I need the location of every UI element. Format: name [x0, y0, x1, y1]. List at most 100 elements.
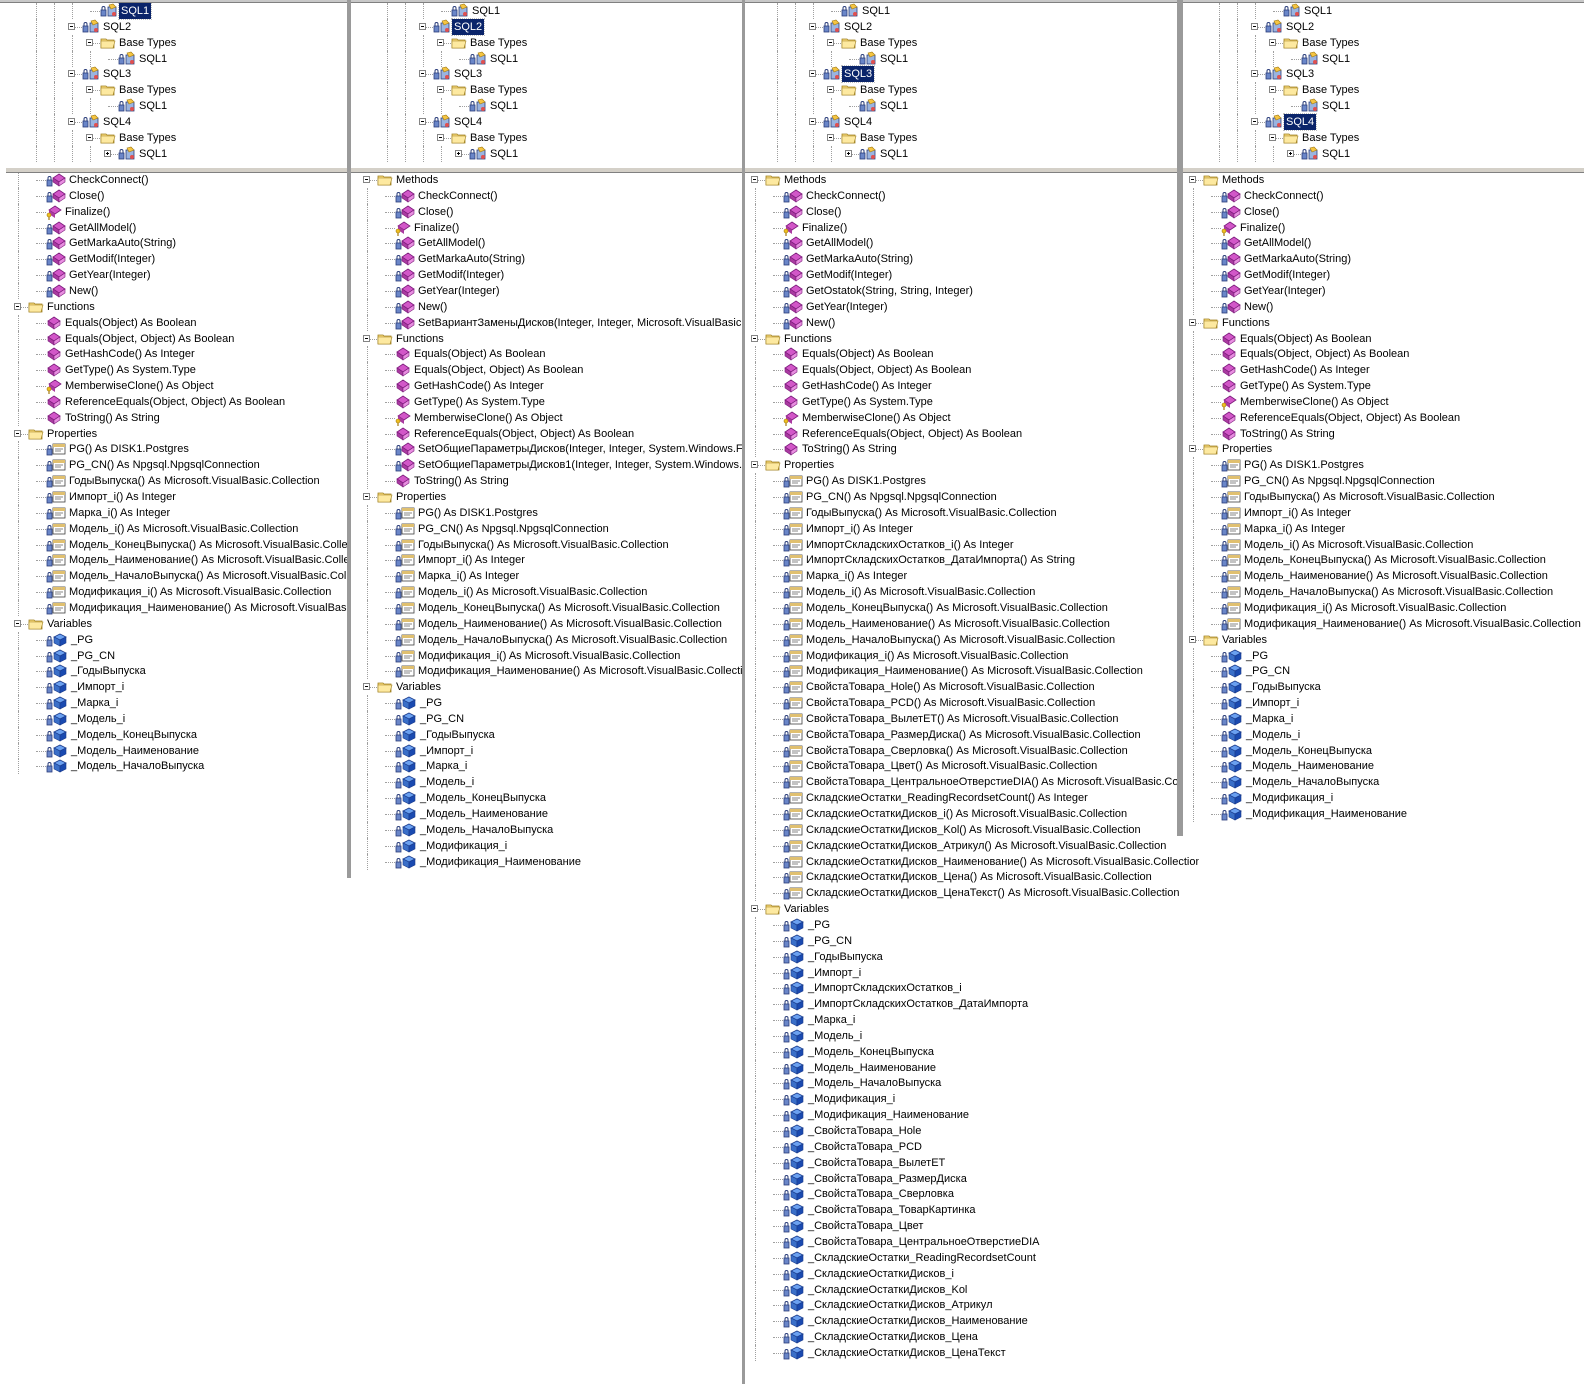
tree-node-setобщиепараметрыдисков-integer-integer-[interactable]: SetОбщиеПараметрыДисков(Integer, Integer… — [351, 441, 742, 458]
tree-node-импорт-i[interactable]: _Импорт_i — [1183, 695, 1584, 712]
tree-group-functions[interactable]: Functions — [351, 331, 742, 347]
collapse-icon[interactable] — [14, 302, 21, 310]
tree-node-модель-наименование-as-microsoft-visualb[interactable]: Модель_Наименование() As Microsoft.Visua… — [351, 615, 742, 632]
tree-node-модель-наименование[interactable]: _Модель_Наименование — [745, 1059, 1199, 1076]
tree-node-модификация-i[interactable]: _Модификация_i — [351, 837, 742, 854]
expand-icon[interactable] — [455, 149, 462, 157]
tree-node-модель-конецвыпуска[interactable]: _Модель_КонецВыпуска — [351, 790, 742, 807]
tree-node-close[interactable]: Close() — [351, 203, 742, 220]
tree-node-sql4[interactable]: SQL4 — [351, 113, 742, 130]
tree-node-sql3[interactable]: SQL3 — [6, 66, 348, 83]
tree-node-sql1[interactable]: SQL1 — [1183, 3, 1584, 19]
tree-node-свойстатовара-размердиска[interactable]: _СвойстаТовара_РазмерДиска — [745, 1170, 1199, 1187]
tree-node-модель-конецвыпуска-as-microsoft-visualb[interactable]: Модель_КонецВыпуска() As Microsoft.Visua… — [6, 536, 348, 553]
collapse-icon[interactable] — [827, 86, 834, 94]
tree-node-gethashcode-as-integer[interactable]: GetHashCode() As Integer — [745, 378, 1199, 395]
tree-node-модель-наименование[interactable]: _Модель_Наименование — [351, 806, 742, 822]
tree-node-импорт-i-as-integer[interactable]: Импорт_i() As Integer — [745, 520, 1199, 537]
tree-node-equals-object-object-as-boolean[interactable]: Equals(Object, Object) As Boolean — [351, 362, 742, 379]
tree-node-sql1[interactable]: SQL1 — [351, 145, 742, 162]
tree-node-equals-object-as-boolean[interactable]: Equals(Object) As Boolean — [1183, 330, 1584, 347]
tree-node-finalize[interactable]: Finalize() — [1183, 219, 1584, 236]
tree-node-модель-i[interactable]: _Модель_i — [745, 1027, 1199, 1044]
tree-node-импорт-i[interactable]: _Импорт_i — [745, 964, 1199, 981]
tree-group-base-types[interactable]: Base Types — [6, 34, 348, 51]
tree-node-модификация-наименование-as-microsoft-vi[interactable]: Модификация_Наименование() As Microsoft.… — [745, 663, 1199, 680]
tree-node-memberwiseclone-as-object[interactable]: MemberwiseClone() As Object — [1183, 393, 1584, 410]
tree-node-модель-началовыпуска-as-microsoft-visual[interactable]: Модель_НачалоВыпуска() As Microsoft.Visu… — [351, 631, 742, 648]
tree-node-referenceequals-object-object-as-boolean[interactable]: ReferenceEquals(Object, Object) As Boole… — [1183, 409, 1584, 426]
expand-icon[interactable] — [104, 149, 111, 157]
tree-node-getmodif-integer[interactable]: GetModif(Integer) — [6, 251, 348, 268]
tree-node-pg-cn[interactable]: _PG_CN — [745, 932, 1199, 949]
tree-node-sql2[interactable]: SQL2 — [1183, 18, 1584, 35]
tree-node-модификация-i-as-microsoft-visualbasic-c[interactable]: Модификация_i() As Microsoft.VisualBasic… — [745, 647, 1199, 664]
tree-node-модель-i[interactable]: _Модель_i — [1183, 726, 1584, 743]
tree-node-складскиеостаткидисков-цена[interactable]: _СкладскиеОстаткиДисков_Цена — [745, 1329, 1199, 1346]
tree-node-импорт-i-as-integer[interactable]: Импорт_i() As Integer — [351, 552, 742, 569]
tree-node-memberwiseclone-as-object[interactable]: MemberwiseClone() As Object — [745, 409, 1199, 426]
tree-node-sql4[interactable]: SQL4 — [6, 113, 348, 130]
tree-node-pg[interactable]: _PG — [745, 916, 1199, 933]
tree-node-складскиеостаткидисков-ценатекст-as-micr[interactable]: СкладскиеОстаткиДисков_ЦенаТекст() As Mi… — [745, 885, 1199, 902]
tree-node-модификация-i-as-microsoft-visualbasic-c[interactable]: Модификация_i() As Microsoft.VisualBasic… — [6, 584, 348, 601]
namespace-tree[interactable]: SQL1 SQL2 Base Types SQL1 SQL3 Base Types SQL1… — [1183, 3, 1584, 167]
tree-node-gettype-as-system-type[interactable]: GetType() As System.Type — [351, 393, 742, 410]
tree-node-finalize[interactable]: Finalize() — [745, 219, 1199, 236]
tree-node-импорт-i[interactable]: _Импорт_i — [351, 742, 742, 759]
tree-node-свойстатовара-цвет-as-microsoft-visualba[interactable]: СвойстаТовара_Цвет() As Microsoft.Visual… — [745, 758, 1199, 775]
collapse-icon[interactable] — [1189, 176, 1196, 183]
tree-node-pg[interactable]: _PG — [351, 695, 742, 712]
tree-node-модификация-i-as-microsoft-visualbasic-c[interactable]: Модификация_i() As Microsoft.VisualBasic… — [1183, 599, 1584, 616]
tree-node-sql1[interactable]: SQL1 — [351, 98, 742, 115]
tree-node-складскиеостаткидисков-i[interactable]: _СкладскиеОстаткиДисков_i — [745, 1265, 1199, 1282]
collapse-icon[interactable] — [363, 176, 370, 183]
tree-node-sql1[interactable]: SQL1 — [745, 3, 1177, 19]
tree-node-свойстатовара-hole[interactable]: _СвойстаТовара_Hole — [745, 1123, 1199, 1139]
tree-node-sql2[interactable]: SQL2 — [6, 18, 348, 35]
tree-group-methods[interactable]: Methods — [351, 173, 742, 188]
tree-node-модель-началовыпуска[interactable]: _Модель_НачалоВыпуска — [1183, 774, 1584, 791]
tree-node-equals-object-as-boolean[interactable]: Equals(Object) As Boolean — [745, 346, 1199, 363]
tree-group-properties[interactable]: Properties — [6, 426, 348, 442]
tree-node-sql1[interactable]: SQL1 — [6, 50, 348, 67]
tree-node-свойстатовара-pcd[interactable]: _СвойстаТовара_PCD — [745, 1138, 1199, 1155]
tree-node-складскиеостаткидисков-атрикул-as-micros[interactable]: СкладскиеОстаткиДисков_Атрикул() As Micr… — [745, 837, 1199, 854]
collapse-icon[interactable] — [1269, 133, 1276, 141]
namespace-tree[interactable]: SQL1 SQL2 Base Types SQL1 SQL3 Base Types SQL1… — [6, 3, 348, 167]
tree-node-sql1[interactable]: SQL1 — [1183, 98, 1584, 115]
tree-node-new[interactable]: New() — [6, 282, 348, 299]
tree-node-складскиеостаткидисков-цена-as-microsoft[interactable]: СкладскиеОстаткиДисков_Цена() As Microso… — [745, 869, 1199, 886]
tree-node-tostring-as-string[interactable]: ToString() As String — [1183, 425, 1584, 442]
tree-node-sql1[interactable]: SQL1 — [6, 98, 348, 115]
tree-node-gettype-as-system-type[interactable]: GetType() As System.Type — [745, 393, 1199, 410]
tree-node-sql1[interactable]: SQL1 — [745, 98, 1177, 115]
expand-icon[interactable] — [1287, 149, 1294, 157]
collapse-icon[interactable] — [68, 70, 75, 78]
tree-group-properties[interactable]: Properties — [1183, 441, 1584, 457]
tree-node-getyear-integer[interactable]: GetYear(Integer) — [351, 282, 742, 299]
tree-node-модель-i-as-microsoft-visualbasic-collec[interactable]: Модель_i() As Microsoft.VisualBasic.Coll… — [1183, 536, 1584, 553]
tree-node-модель-конецвыпуска[interactable]: _Модель_КонецВыпуска — [1183, 742, 1584, 759]
tree-group-base-types[interactable]: Base Types — [745, 34, 1177, 51]
tree-node-sql3[interactable]: SQL3 — [351, 66, 742, 83]
tree-node-свойстатовара-сверловка[interactable]: _СвойстаТовара_Сверловка — [745, 1186, 1199, 1203]
tree-node-модель-наименование-as-microsoft-visualb[interactable]: Модель_Наименование() As Microsoft.Visua… — [745, 615, 1199, 632]
tree-node-close[interactable]: Close() — [6, 187, 348, 204]
tree-node-gettype-as-system-type[interactable]: GetType() As System.Type — [6, 362, 348, 379]
tree-node-gethashcode-as-integer[interactable]: GetHashCode() As Integer — [351, 378, 742, 395]
tree-node-getmarkaauto-string[interactable]: GetMarkaAuto(String) — [745, 251, 1199, 268]
collapse-icon[interactable] — [68, 117, 75, 125]
collapse-icon[interactable] — [419, 117, 426, 125]
tree-node-pg-cn-as-npgsql-npgsqlconnection[interactable]: PG_CN() As Npgsql.NpgsqlConnection — [351, 520, 742, 537]
tree-node-складскиеостаткидисков-kol-as-microsoft-[interactable]: СкладскиеОстаткиДисков_Kol() As Microsof… — [745, 821, 1199, 838]
collapse-icon[interactable] — [1251, 70, 1258, 78]
tree-node-свойстатовара-цвет[interactable]: _СвойстаТовара_Цвет — [745, 1218, 1199, 1235]
tree-node-getyear-integer[interactable]: GetYear(Integer) — [745, 298, 1199, 315]
collapse-icon[interactable] — [1251, 22, 1258, 30]
tree-node-годывыпуска-as-microsoft-visualbasic-col[interactable]: ГодыВыпуска() As Microsoft.VisualBasic.C… — [6, 473, 348, 490]
tree-node-модель-началовыпуска-as-microsoft-visual[interactable]: Модель_НачалоВыпуска() As Microsoft.Visu… — [6, 568, 348, 585]
tree-node-getyear-integer[interactable]: GetYear(Integer) — [6, 267, 348, 284]
members-tree[interactable]: Methods CheckConnect() Close() Finalize() Ge… — [745, 173, 1199, 1384]
tree-node-модель-началовыпуска[interactable]: _Модель_НачалоВыпуска — [6, 758, 348, 775]
